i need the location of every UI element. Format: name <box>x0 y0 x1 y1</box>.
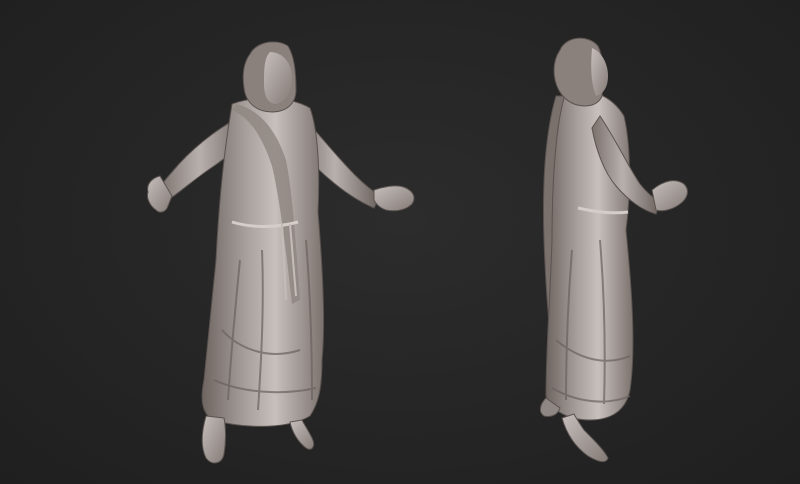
side-view-figure <box>539 37 688 463</box>
side-hand <box>651 180 688 212</box>
front-view-figure <box>147 41 415 464</box>
sculpture-render <box>147 37 688 464</box>
right-foot <box>289 419 315 450</box>
left-foot <box>201 415 226 464</box>
render-viewport <box>0 0 800 484</box>
side-face <box>591 48 608 96</box>
side-robe <box>545 89 634 421</box>
side-foot <box>561 413 609 463</box>
right-hand <box>373 185 415 212</box>
